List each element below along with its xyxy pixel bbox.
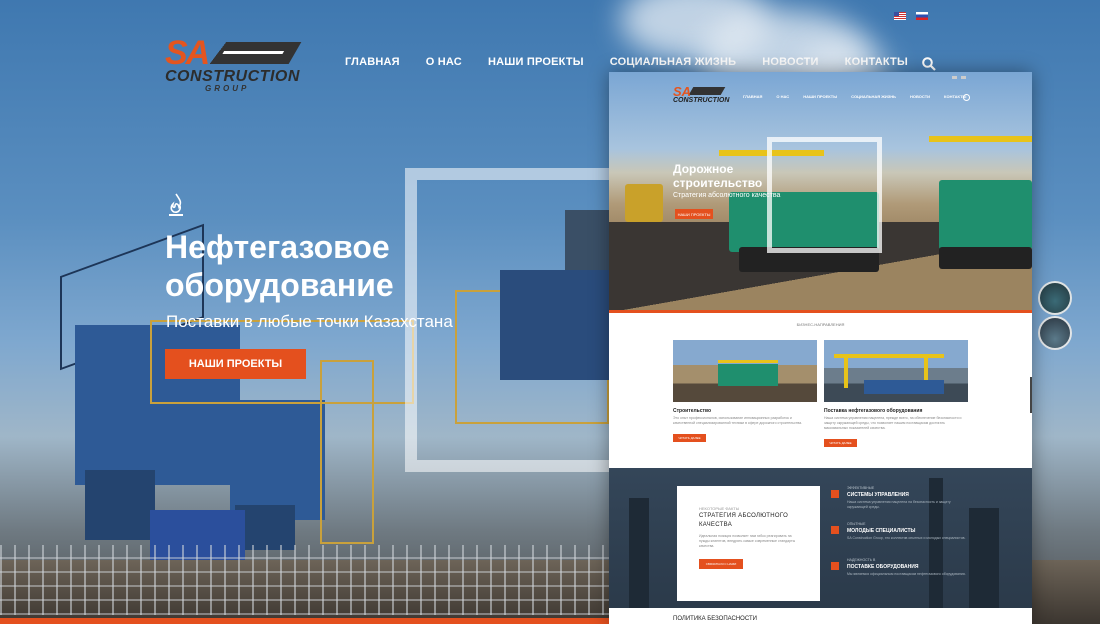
feature-small: ЭФФЕКТИВНЫЕ (847, 486, 875, 490)
website-mockup: SA CONSTRUCTION ГЛАВНАЯ О НАС НАШИ ПРОЕК… (609, 72, 1032, 624)
hero-subtitle: Поставки в любые точки Казахстана (166, 312, 453, 331)
logo-mark: SA (165, 34, 210, 72)
feature-text: Мы являемся официальным поставщиком нефт… (847, 572, 966, 576)
hero-title: Нефтегазовое оборудование (165, 229, 394, 303)
nav-item-contacts[interactable]: КОНТАКТЫ (845, 56, 908, 68)
card-image (824, 340, 968, 402)
logo-road-graphic (206, 42, 302, 64)
read-more-button[interactable]: ЧИТАТЬ ДАЛЕЕ (824, 439, 857, 447)
mockup-projects-button[interactable]: НАШИ ПРОЕКТЫ (675, 209, 713, 219)
flame-icon (169, 193, 183, 216)
facts-text: Идеальная позиция позволяет нам гибко ре… (699, 534, 796, 548)
mockup-card-equipment: Поставка нефтегазового оборудования Наша… (824, 340, 968, 460)
mockup-hero-subtitle: Стратегия абсолютного качества (673, 192, 781, 199)
facts-small-label: НЕКОТОРЫЕ ФАКТЫ (699, 506, 740, 511)
card-text: Это опыт профессионалов, использование и… (673, 416, 803, 425)
our-projects-button[interactable]: НАШИ ПРОЕКТЫ (165, 349, 306, 379)
nav-item-home[interactable]: ГЛАВНАЯ (345, 56, 400, 68)
mockup-logo-name: CONSTRUCTION (673, 97, 730, 104)
mockup-language-switcher (952, 76, 966, 79)
feature-text: SA Construction Group, это коллектив опы… (847, 536, 966, 540)
mockup-decorative-frame (767, 137, 882, 253)
management-icon (831, 490, 839, 498)
mockup-nav: ГЛАВНАЯ О НАС НАШИ ПРОЕКТЫ СОЦИАЛЬНАЯ ЖИ… (743, 94, 980, 99)
nav-item-projects[interactable]: НАШИ ПРОЕКТЫ (488, 56, 584, 68)
main-nav: ГЛАВНАЯ О НАС НАШИ ПРОЕКТЫ СОЦИАЛЬНАЯ ЖИ… (345, 56, 934, 68)
mockup-nav-item[interactable]: НАШИ ПРОЕКТЫ (803, 94, 837, 99)
mockup-bottom-heading: ПОЛИТИКА БЕЗОПАСНОСТИ (673, 616, 757, 622)
facts-title: СТРАТЕГИЯ АБСОЛЮТНОГО КАЧЕСТВА (699, 513, 789, 528)
logo-tag: GROUP (205, 84, 250, 93)
mockup-logo[interactable]: SA CONSTRUCTION (673, 84, 733, 110)
feature-title: ПОСТАВКЕ ОБОРУДОВАНИЯ (847, 564, 919, 570)
nav-item-about[interactable]: О НАС (426, 56, 462, 68)
nav-item-social[interactable]: СОЦИАЛЬНАЯ ЖИЗНЬ (610, 56, 737, 68)
mockup-nav-item[interactable]: НОВОСТИ (910, 94, 930, 99)
slide-thumb-2[interactable] (1038, 316, 1072, 350)
feature-title: СИСТЕМЫ УПРАВЛЕНИЯ (847, 492, 909, 498)
flag-ru-icon[interactable] (916, 12, 928, 20)
language-switcher (894, 12, 928, 20)
mockup-nav-item[interactable]: СОЦИАЛЬНАЯ ЖИЗНЬ (851, 94, 896, 99)
mockup-scrollbar[interactable] (1030, 377, 1032, 413)
card-title: Поставка нефтегазового оборудования (824, 408, 923, 414)
accent-bar (0, 618, 610, 624)
mockup-nav-item[interactable]: ГЛАВНАЯ (743, 94, 762, 99)
mockup-hero-title: Дорожное строительство (673, 162, 763, 190)
logo[interactable]: SA CONSTRUCTION GROUP (165, 34, 302, 93)
contact-us-button[interactable]: СВЯЗАТЬСЯ С НАМИ (699, 559, 743, 569)
feature-title: МОЛОДЫЕ СПЕЦИАЛИСТЫ (847, 528, 916, 534)
mockup-search-icon[interactable] (963, 94, 970, 101)
mockup-card-construction: Строительство Это опыт профессионалов, и… (673, 340, 817, 460)
mockup-facts-card: НЕКОТОРЫЕ ФАКТЫ СТРАТЕГИЯ АБСОЛЮТНОГО КА… (677, 486, 820, 601)
card-title: Строительство (673, 408, 712, 414)
mockup-nav-item[interactable]: О НАС (776, 94, 789, 99)
mockup-facts-section: НЕКОТОРЫЕ ФАКТЫ СТРАТЕГИЯ АБСОЛЮТНОГО КА… (609, 468, 1032, 608)
card-text: Наша система управления нацелена, прежде… (824, 416, 962, 430)
search-icon[interactable] (922, 57, 936, 71)
specialists-icon (831, 526, 839, 534)
mockup-accent-bar (609, 310, 1032, 313)
feature-small: ОПЫТНЫЕ (847, 522, 866, 526)
card-image (673, 340, 817, 402)
nav-item-news[interactable]: НОВОСТИ (762, 56, 818, 68)
mockup-section-label: БИЗНЕС-НАПРАВЛЕНИЯ (796, 322, 845, 327)
feature-small: НАДЕЖНОСТЬ В (847, 558, 876, 562)
read-more-button[interactable]: ЧИТАТЬ ДАЛЕЕ (673, 434, 706, 442)
slide-thumb-1[interactable] (1038, 281, 1072, 315)
delivery-icon (831, 562, 839, 570)
feature-text: Наша система управления нацелена на безо… (847, 500, 951, 509)
flag-en-icon[interactable] (894, 12, 906, 20)
